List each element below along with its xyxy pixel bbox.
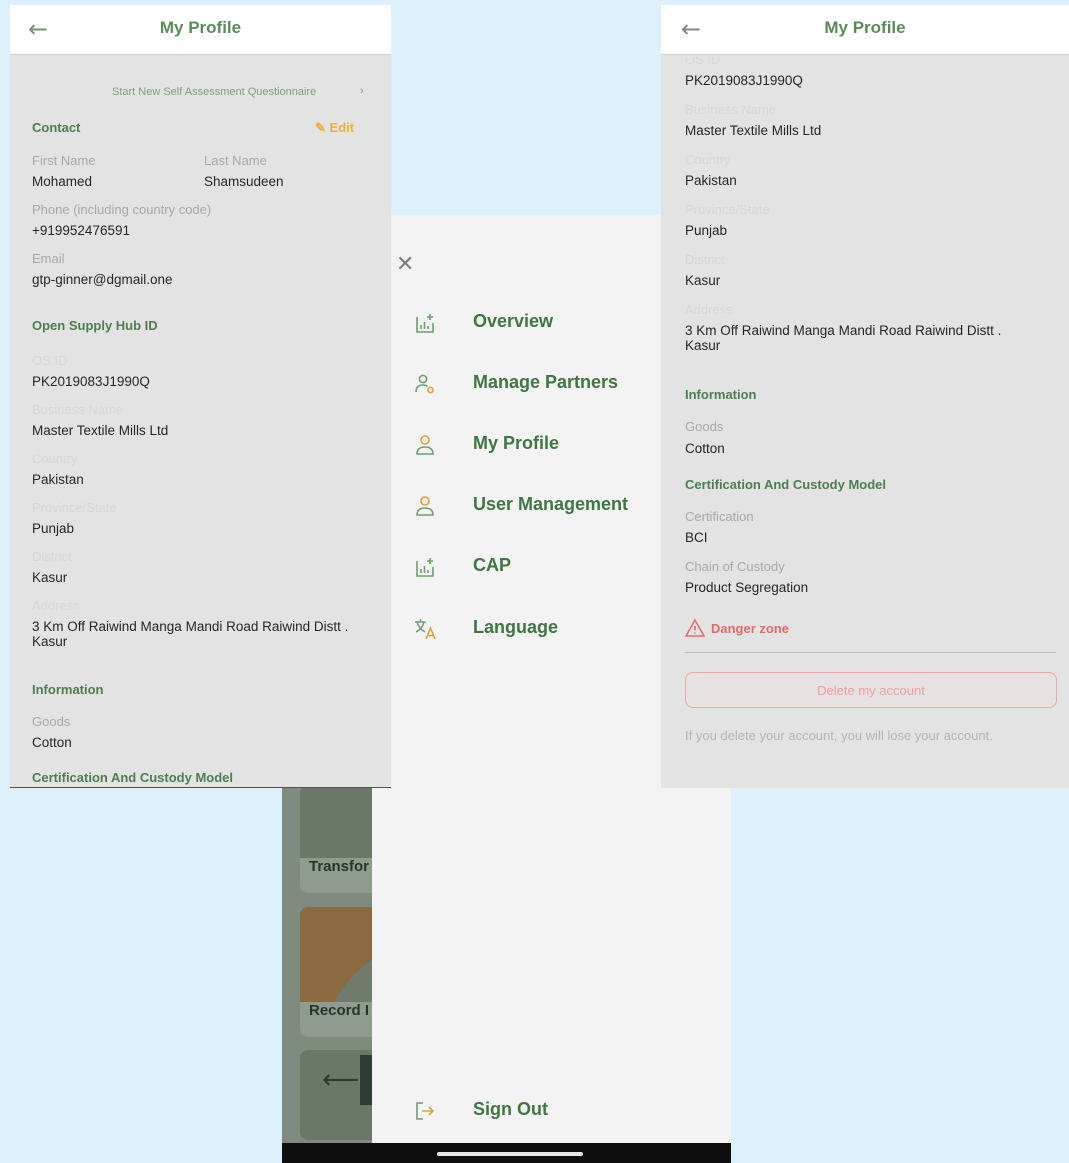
page-title: My Profile (824, 18, 906, 37)
email-value: gtp-ginner@dgmail.one (32, 272, 173, 287)
menu-item-label: Language (473, 617, 559, 637)
delete-account-note: If you delete your account, you will los… (685, 728, 993, 743)
pencil-icon: ✎ (315, 120, 326, 135)
district-value: Kasur (32, 570, 68, 585)
business-name-value: Master Textile Mills Ltd (32, 423, 169, 438)
information-heading: Information (685, 387, 757, 402)
danger-zone-label: Danger zone (711, 621, 790, 636)
district-label: District (32, 549, 72, 564)
background-card (300, 785, 380, 893)
chain-of-custody-value: Product Segregation (685, 580, 809, 595)
address-value: 3 Km Off Raiwind Manga Mandi Road Raiwin… (32, 619, 349, 649)
goods-value: Cotton (685, 441, 725, 456)
certification-heading: Certification And Custody Model (32, 770, 234, 785)
arrow-left-icon: ⟵ (322, 1065, 360, 1095)
edit-button[interactable]: ✎ Edit (315, 120, 354, 136)
divider (685, 652, 1056, 653)
country-value: Pakistan (685, 173, 737, 188)
background-card-label: Record I (309, 1002, 370, 1019)
information-heading: Information (32, 682, 104, 697)
menu-item-label: User Management (473, 494, 629, 514)
close-icon[interactable]: ✕ (396, 252, 414, 277)
phone-label: Phone (including country code) (32, 202, 212, 217)
province-label: Province/State (685, 202, 770, 217)
sign-out-button[interactable]: Sign Out (372, 1087, 731, 1137)
country-value: Pakistan (32, 472, 84, 487)
country-label: Country (685, 152, 731, 167)
app-bar: ← My Profile (661, 5, 1069, 55)
user-icon (416, 496, 434, 516)
chart-plus-icon (416, 558, 434, 577)
first-name-value: Mohamed (32, 174, 93, 189)
home-indicator[interactable] (437, 1152, 583, 1156)
country-label: Country (32, 451, 78, 466)
menu-item-label: CAP (473, 555, 512, 575)
background-card-label: Transfor (309, 858, 370, 875)
menu-item-label: My Profile (473, 433, 560, 453)
delete-account-button[interactable]: Delete my account (685, 672, 1057, 708)
sign-out-icon (416, 1102, 435, 1120)
email-label: Email (32, 251, 65, 266)
warning-icon (684, 618, 706, 637)
chain-of-custody-label: Chain of Custody (685, 559, 785, 574)
sign-out-label: Sign Out (473, 1099, 548, 1119)
profile-screen-left: ← My Profile Start New Self Assessment Q… (10, 5, 391, 788)
system-home-bar (282, 1143, 731, 1163)
os-id-value: PK2019083J1990Q (32, 374, 150, 389)
translate-icon (415, 619, 436, 640)
address-value: 3 Km Off Raiwind Manga Mandi Road Raiwin… (685, 323, 1002, 353)
menu-item-label: Manage Partners (473, 372, 619, 392)
delete-account-label: Delete my account (817, 683, 925, 698)
province-value: Punjab (685, 223, 728, 238)
district-value: Kasur (685, 273, 721, 288)
os-id-label: OS ID (32, 353, 68, 368)
business-name-label: Business Name (32, 402, 124, 417)
address-label: Address (685, 302, 733, 317)
os-hub-heading: Open Supply Hub ID (32, 318, 158, 333)
chart-plus-icon (416, 314, 434, 333)
contact-heading: Contact (32, 120, 81, 135)
business-name-value: Master Textile Mills Ltd (685, 123, 822, 138)
user-gear-icon (415, 374, 434, 394)
phone-value: +919952476591 (32, 223, 130, 238)
user-icon (416, 435, 434, 455)
district-label: District (685, 252, 725, 267)
goods-label: Goods (32, 714, 71, 729)
certification-value: BCI (685, 530, 708, 545)
menu-item-label: Overview (473, 311, 554, 331)
address-label: Address (32, 598, 80, 613)
os-id-value: PK2019083J1990Q (685, 73, 803, 88)
certification-heading: Certification And Custody Model (685, 477, 887, 492)
last-name-value: Shamsudeen (204, 174, 284, 189)
app-bar: ← My Profile (10, 5, 391, 55)
profile-screen-right: ← My Profile OS ID PK2019083J1990Q Busin… (661, 5, 1069, 788)
chevron-right-icon[interactable]: › (360, 85, 364, 97)
last-name-label: Last Name (204, 153, 267, 168)
start-questionnaire-link[interactable]: Start New Self Assessment Questionnaire (112, 86, 316, 98)
goods-value: Cotton (32, 735, 72, 750)
edit-label: Edit (329, 120, 355, 135)
first-name-label: First Name (32, 153, 96, 168)
page-title: My Profile (159, 18, 242, 37)
danger-zone: Danger zone (684, 618, 790, 637)
certification-label: Certification (685, 509, 754, 524)
business-name-label: Business Name (685, 102, 777, 117)
province-value: Punjab (32, 521, 75, 536)
province-label: Province/State (32, 500, 117, 515)
goods-label: Goods (685, 419, 724, 434)
